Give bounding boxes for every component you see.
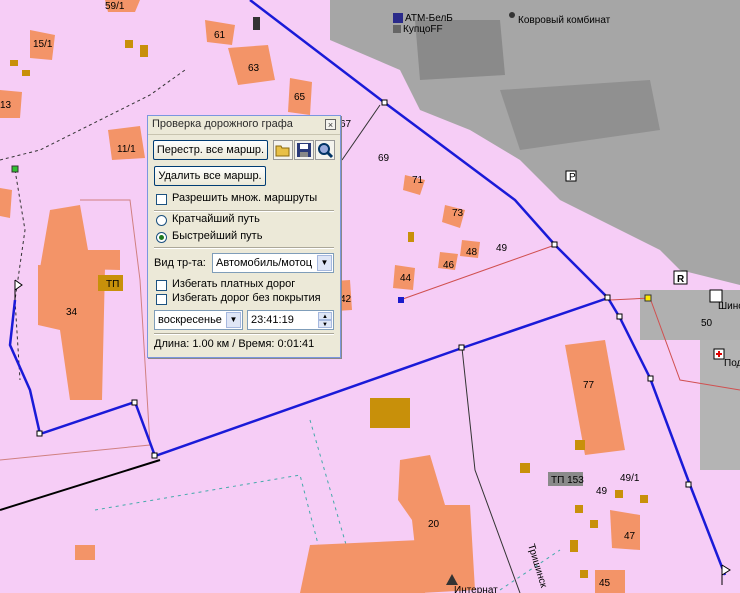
svg-text:15/1: 15/1 (33, 39, 53, 50)
svg-text:73: 73 (452, 208, 464, 219)
svg-text:P: P (569, 172, 576, 183)
svg-text:59/1: 59/1 (105, 1, 125, 12)
close-icon[interactable]: × (325, 119, 336, 130)
chevron-down-icon[interactable]: ▼ (317, 255, 332, 271)
time-spinner[interactable]: ▲ ▼ (318, 312, 332, 328)
svg-text:49: 49 (596, 486, 608, 497)
svg-text:69: 69 (378, 153, 390, 164)
svg-text:13: 13 (0, 100, 12, 111)
grey-building (640, 290, 740, 340)
allow-multiple-checkbox[interactable] (156, 194, 167, 205)
svg-text:67: 67 (340, 119, 352, 130)
save-icon[interactable] (294, 140, 314, 160)
separator (154, 247, 334, 249)
separator (154, 210, 334, 212)
svg-text:49/1: 49/1 (620, 473, 640, 484)
svg-text:48: 48 (466, 247, 478, 258)
boundary-line (341, 104, 381, 161)
svg-text:71: 71 (412, 175, 424, 186)
time-input[interactable]: 23:41:19 ▲ ▼ (247, 310, 334, 330)
fastest-path-radio[interactable] (156, 232, 167, 243)
svg-text:47: 47 (624, 531, 636, 542)
svg-text:КупцоFF: КупцоFF (403, 24, 443, 35)
vehicle-type-select[interactable]: Автомобиль/мотоц ▼ (212, 253, 334, 273)
atm-icon (393, 13, 403, 23)
map-canvas[interactable]: 59/1 15/1 61 63 65 67 13 11/1 69 71 73 4… (0, 0, 740, 593)
shortest-path-label: Кратчайший путь (172, 213, 260, 225)
dashed-border (14, 169, 26, 381)
svg-text:65: 65 (294, 92, 306, 103)
finish-flag-icon[interactable] (721, 564, 731, 585)
svg-text:44: 44 (400, 273, 412, 284)
svg-text:49: 49 (496, 243, 508, 254)
traffic-light-icon (253, 17, 260, 30)
svg-text:50: 50 (701, 318, 713, 329)
dialog-titlebar[interactable]: Проверка дорожного графа × (148, 116, 340, 135)
avoid-toll-label: Избегать платных дорог (172, 278, 296, 290)
svg-text:R: R (677, 274, 685, 285)
street-line (0, 459, 161, 511)
svg-text:АТМ-БелБ: АТМ-БелБ (405, 13, 453, 24)
dialog-title: Проверка дорожного графа (152, 118, 293, 130)
vehicle-type-label: Вид тр-та: (154, 257, 206, 269)
svg-text:Тришинск: Тришинск (525, 543, 549, 590)
delete-all-routes-button[interactable]: Удалить все маршр. (154, 166, 266, 186)
waypoint-marker[interactable] (398, 297, 404, 303)
svg-text:ТП: ТП (106, 279, 119, 290)
shop-icon (393, 25, 401, 33)
svg-text:77: 77 (583, 380, 595, 391)
svg-text:Пода: Пода (724, 358, 740, 369)
day-of-week-value: воскресенье (158, 314, 222, 326)
spin-up-icon[interactable]: ▲ (318, 312, 332, 320)
chevron-down-icon[interactable]: ▼ (226, 312, 241, 328)
svg-text:34: 34 (66, 307, 78, 318)
avoid-unpaved-checkbox[interactable] (156, 294, 167, 305)
svg-text:11/1: 11/1 (117, 144, 136, 155)
route-status: Длина: 1.00 км / Время: 0:01:41 (154, 338, 315, 350)
search-icon[interactable] (315, 140, 335, 160)
rebuild-all-routes-button[interactable]: Перестр. все маршр. (153, 140, 268, 160)
svg-text:Шино: Шино (718, 301, 740, 312)
svg-text:61: 61 (214, 30, 226, 41)
yellow-node[interactable] (644, 294, 652, 302)
svg-text:20: 20 (428, 519, 440, 530)
open-folder-icon[interactable] (273, 140, 293, 160)
allow-multiple-label: Разрешить множ. маршруты (172, 192, 318, 204)
route-check-dialog: Проверка дорожного графа × Перестр. все … (147, 115, 341, 358)
svg-text:46: 46 (443, 260, 455, 271)
svg-text:ТП 153: ТП 153 (551, 475, 584, 486)
green-node[interactable] (11, 165, 19, 173)
svg-text:42: 42 (340, 294, 352, 305)
time-value: 23:41:19 (251, 314, 294, 326)
fastest-path-label: Быстрейший путь (172, 230, 263, 242)
svg-text:63: 63 (248, 63, 260, 74)
factory-icon (509, 12, 515, 18)
spin-down-icon[interactable]: ▼ (318, 320, 332, 328)
avoid-unpaved-label: Избегать дорог без покрытия (172, 292, 321, 304)
vehicle-type-value: Автомобиль/мотоц (216, 257, 313, 269)
dotted-area (94, 474, 331, 591)
svg-text:45: 45 (599, 578, 611, 589)
svg-text:Интернат: Интернат (454, 585, 498, 593)
avoid-toll-checkbox[interactable] (156, 280, 167, 291)
separator (154, 333, 334, 335)
shortest-path-radio[interactable] (156, 215, 167, 226)
day-of-week-select[interactable]: воскресенье ▼ (154, 310, 243, 330)
svg-text:Ковровый комбинат: Ковровый комбинат (518, 14, 611, 26)
